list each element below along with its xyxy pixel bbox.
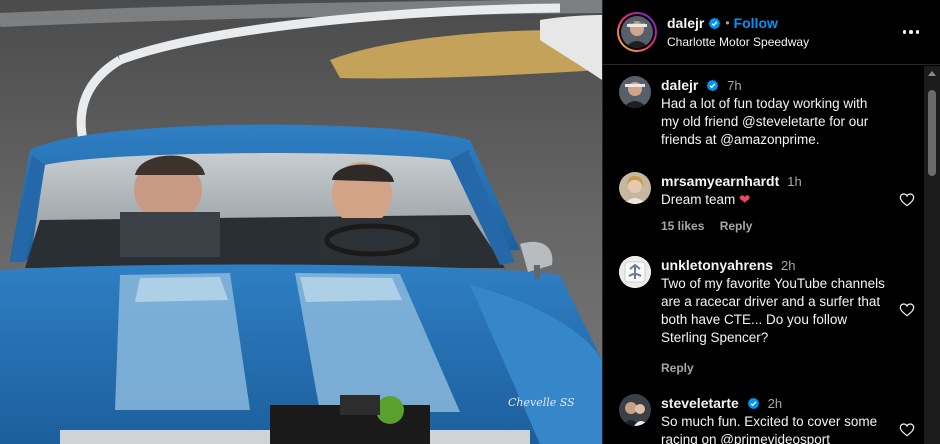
comment-username[interactable]: steveletarte — [661, 395, 739, 411]
follow-button[interactable]: Follow — [734, 15, 778, 31]
reply-button[interactable]: Reply — [661, 361, 694, 375]
header-username[interactable]: dalejr — [667, 15, 704, 31]
scrollbar[interactable] — [924, 66, 940, 444]
red-heart-emoji: ❤ — [739, 192, 751, 208]
comment-avatar[interactable] — [619, 256, 651, 288]
avatar-image — [621, 16, 653, 48]
header-separator: • — [725, 16, 730, 30]
more-options-icon[interactable] — [899, 22, 923, 42]
caption: dalejr 7h Had a lot of fun today working… — [619, 76, 919, 149]
caption-time[interactable]: 7h — [727, 78, 741, 93]
comments-list[interactable]: dalejr 7h Had a lot of fun today working… — [603, 66, 925, 444]
post-side-panel: dalejr • Follow Charlotte Motor Speedway — [602, 0, 940, 444]
caption-avatar[interactable] — [619, 76, 651, 108]
comment-item: mrsamyearnhardt 1h Dream team ❤ 15 likes … — [619, 172, 919, 235]
comment-text: So much fun. Excited to cover some racin… — [661, 414, 878, 444]
car-badge: Chevelle SS — [508, 396, 575, 409]
avatar[interactable] — [621, 16, 653, 48]
verified-badge-icon — [747, 397, 760, 410]
comment-avatar[interactable] — [619, 172, 651, 204]
caption-username[interactable]: dalejr — [661, 77, 698, 93]
comment-username[interactable]: mrsamyearnhardt — [661, 173, 779, 189]
comment-time[interactable]: 2h — [768, 396, 782, 411]
like-heart-icon[interactable] — [899, 422, 915, 438]
comment-text: Dream team — [661, 192, 736, 207]
location-link[interactable]: Charlotte Motor Speedway — [667, 35, 809, 49]
scroll-up-arrow-icon[interactable] — [928, 71, 936, 76]
comment-item: steveletarte 2h So much fun. Excited to … — [619, 394, 919, 444]
verified-badge-icon — [709, 17, 721, 29]
verified-badge-icon — [707, 79, 719, 92]
comment-avatar[interactable] — [619, 394, 651, 426]
comment-username[interactable]: unkletonyahrens — [661, 257, 773, 273]
avatar-image — [619, 394, 651, 426]
avatar-image — [619, 76, 651, 108]
like-heart-icon[interactable] — [899, 192, 915, 208]
comment-text: Two of my favorite YouTube channels are … — [661, 276, 885, 345]
avatar-image — [619, 172, 651, 204]
comment-time[interactable]: 1h — [787, 174, 801, 189]
comment-likes[interactable]: 15 likes — [661, 219, 704, 233]
car-photo-illustration — [0, 0, 602, 444]
scrollbar-thumb[interactable] — [928, 90, 936, 176]
comment-time[interactable]: 2h — [781, 258, 795, 273]
reply-button[interactable]: Reply — [720, 219, 753, 233]
like-heart-icon[interactable] — [899, 302, 915, 318]
caption-text: Had a lot of fun today working with my o… — [661, 96, 869, 147]
comment-item: unkletonyahrens 2h Two of my favorite You… — [619, 256, 919, 377]
post-header: dalejr • Follow Charlotte Motor Speedway — [603, 0, 940, 65]
post-viewer: Chevelle SS dalejr • Follow Charlotte Mo… — [0, 0, 940, 444]
post-photo[interactable]: Chevelle SS — [0, 0, 602, 444]
story-ring[interactable] — [617, 12, 657, 52]
avatar-image — [619, 256, 651, 288]
